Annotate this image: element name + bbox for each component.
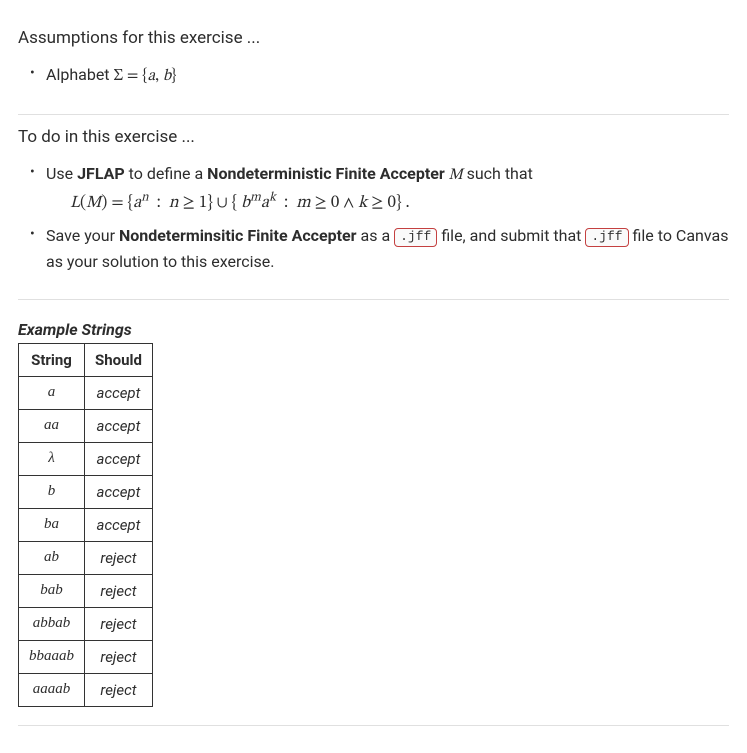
result-cell: reject	[85, 574, 153, 607]
table-row: aaaccept	[19, 409, 153, 442]
nfa-label: Nondeterministic Finite Accepter	[207, 164, 445, 183]
col-should-header: Should	[85, 343, 153, 376]
result-cell: reject	[85, 673, 153, 706]
table-row: aaccept	[19, 376, 153, 409]
table-header-row: String Should	[19, 343, 153, 376]
result-cell: accept	[85, 442, 153, 475]
todo-title: To do in this exercise ...	[18, 127, 729, 147]
table-row: baccept	[19, 475, 153, 508]
jff-extension-pill-2: .jff	[585, 228, 628, 247]
todo2-pre: Save your	[46, 226, 119, 245]
table-row: babreject	[19, 574, 153, 607]
string-cell: aa	[19, 409, 85, 442]
string-cell: abbab	[19, 607, 85, 640]
todo-item-2: Save your Nondeterminsitic Finite Accept…	[22, 223, 729, 274]
assumptions-section: Assumptions for this exercise ... Alphab…	[18, 16, 729, 115]
result-cell: reject	[85, 640, 153, 673]
result-cell: accept	[85, 475, 153, 508]
table-row: abreject	[19, 541, 153, 574]
string-cell: λ	[19, 442, 85, 475]
todo2-mid1: as a	[357, 226, 395, 245]
string-cell: ab	[19, 541, 85, 574]
table-row: bbaaabreject	[19, 640, 153, 673]
alphabet-expression: Σ = {a, b}	[114, 68, 177, 84]
result-cell: accept	[85, 376, 153, 409]
table-row: λaccept	[19, 442, 153, 475]
todo1-pre: Use	[46, 164, 77, 183]
result-cell: accept	[85, 508, 153, 541]
todo1-mid: to define a	[125, 164, 207, 183]
string-cell: bab	[19, 574, 85, 607]
string-cell: bbaaab	[19, 640, 85, 673]
todo-section: To do in this exercise ... Use JFLAP to …	[18, 115, 729, 300]
assumptions-title: Assumptions for this exercise ...	[18, 28, 729, 48]
examples-table: String Should aacceptaaacceptλacceptbacc…	[18, 343, 153, 707]
jff-extension-pill: .jff	[394, 228, 437, 247]
todo-list: Use JFLAP to define a Nondeterministic F…	[18, 161, 729, 275]
result-cell: reject	[85, 607, 153, 640]
string-cell: b	[19, 475, 85, 508]
todo2-mid2: file, and submit that	[437, 226, 585, 245]
string-cell: ba	[19, 508, 85, 541]
alphabet-item: Alphabet Σ = {a, b}	[22, 62, 729, 90]
result-cell: reject	[85, 541, 153, 574]
table-row: aaaabreject	[19, 673, 153, 706]
alphabet-prefix: Alphabet	[46, 65, 114, 84]
result-cell: accept	[85, 409, 153, 442]
table-row: abbabreject	[19, 607, 153, 640]
machine-M: M	[445, 167, 467, 183]
nfa-label-2: Nondeterminsitic Finite Accepter	[119, 226, 357, 245]
col-string-header: String	[19, 343, 85, 376]
examples-caption: Example Strings	[18, 320, 729, 339]
string-cell: aaaab	[19, 673, 85, 706]
jflap-label: JFLAP	[77, 164, 125, 183]
assumptions-list: Alphabet Σ = {a, b}	[18, 62, 729, 90]
examples-section: Example Strings String Should aacceptaaa…	[18, 300, 729, 726]
todo-item-1: Use JFLAP to define a Nondeterministic F…	[22, 161, 729, 218]
language-expression: L(M) = {an : n ≥ 1} ∪ { bmak : m ≥ 0 ∧ k…	[70, 190, 729, 217]
todo1-post: such that	[467, 164, 533, 183]
string-cell: a	[19, 376, 85, 409]
table-row: baaccept	[19, 508, 153, 541]
